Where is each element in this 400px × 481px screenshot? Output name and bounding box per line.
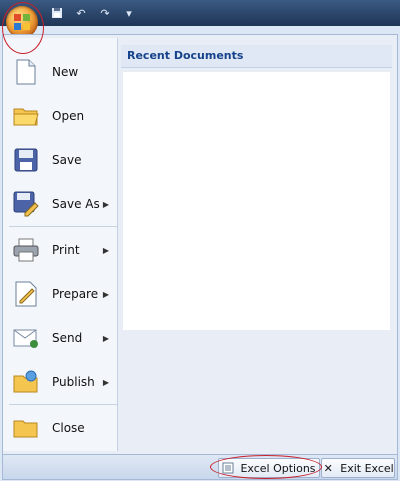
excel-options-button[interactable]: Excel Options	[218, 458, 320, 478]
recent-documents-list	[123, 72, 390, 330]
submenu-arrow-icon: ▶	[102, 245, 109, 255]
close-folder-icon	[12, 414, 40, 442]
menu-item-label: Send	[52, 331, 83, 345]
recent-documents-title: Recent Documents	[121, 45, 392, 68]
menu-item-send[interactable]: Send ▶	[3, 318, 117, 358]
submenu-arrow-icon: ▶	[102, 377, 109, 387]
submenu-arrow-icon: ▶	[102, 199, 109, 209]
menu-item-label: Save As	[52, 197, 100, 211]
new-document-icon	[12, 58, 40, 86]
menu-item-label: Close	[52, 421, 85, 435]
exit-excel-button[interactable]: ✕ Exit Excel	[321, 458, 395, 478]
customize-qat-icon[interactable]: ▾	[120, 5, 138, 21]
menu-item-label: Prepare	[52, 287, 99, 301]
excel-options-label: Excel Options	[240, 461, 316, 475]
menu-item-label: Save	[52, 153, 82, 167]
menu-item-print[interactable]: Print ▶	[3, 230, 117, 270]
options-icon	[222, 462, 234, 474]
save-icon[interactable]	[48, 5, 66, 21]
publish-icon	[12, 368, 40, 396]
menu-item-label: Print	[52, 243, 80, 257]
prepare-icon	[12, 280, 40, 308]
undo-icon[interactable]: ↶	[72, 5, 90, 21]
title-bar: ↶ ↷ ▾	[0, 0, 400, 26]
menu-item-new[interactable]: New	[3, 52, 117, 92]
menu-item-save[interactable]: Save	[3, 140, 117, 180]
menu-item-publish[interactable]: Publish ▶	[3, 362, 117, 402]
quick-access-toolbar: ↶ ↷ ▾	[48, 4, 138, 22]
menu-item-open[interactable]: Open	[3, 96, 117, 136]
menu-item-prepare[interactable]: Prepare ▶	[3, 274, 117, 314]
menu-item-label: New	[52, 65, 79, 79]
save-disk-icon	[12, 146, 40, 174]
menu-item-close[interactable]: Close	[3, 408, 117, 448]
menu-item-label: Publish	[52, 375, 95, 389]
menu-divider	[9, 226, 117, 227]
exit-excel-label: Exit Excel	[340, 461, 394, 475]
recent-documents-panel: Recent Documents	[121, 45, 392, 335]
menu-item-save-as[interactable]: Save As ▶	[3, 184, 117, 224]
open-folder-icon	[12, 102, 40, 130]
menu-item-label: Open	[52, 109, 85, 123]
office-menu-commands: New Open Save Save As ▶ Print ▶ Prepare	[3, 38, 118, 451]
send-icon	[12, 324, 40, 352]
office-button-highlight	[2, 2, 44, 54]
redo-icon[interactable]: ↷	[96, 5, 114, 21]
printer-icon	[12, 236, 40, 264]
close-x-icon: ✕	[323, 461, 333, 475]
submenu-arrow-icon: ▶	[102, 289, 109, 299]
submenu-arrow-icon: ▶	[102, 333, 109, 343]
menu-divider	[9, 404, 117, 405]
save-as-icon	[12, 190, 40, 218]
office-menu-footer: Excel Options ✕ Exit Excel	[2, 454, 398, 480]
